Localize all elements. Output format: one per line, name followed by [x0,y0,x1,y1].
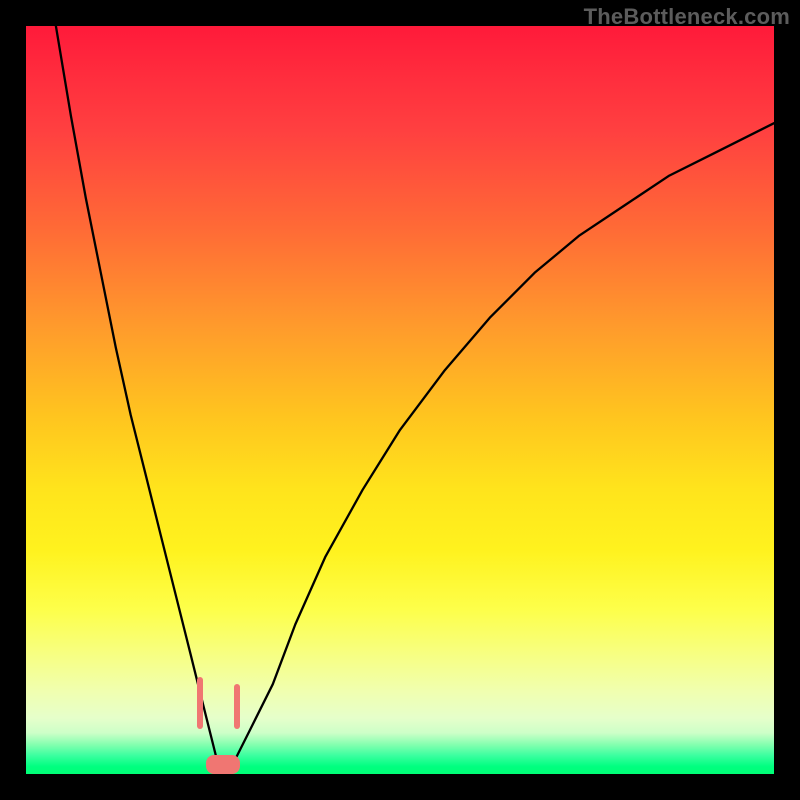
chart-stage: TheBottleneck.com [0,0,800,800]
bottleneck-curve [26,26,774,774]
marker-segment-left [197,677,203,729]
marker-segment-base [206,755,240,774]
curve-path [56,26,774,767]
plot-area [26,26,774,774]
marker-segment-right [234,684,240,729]
